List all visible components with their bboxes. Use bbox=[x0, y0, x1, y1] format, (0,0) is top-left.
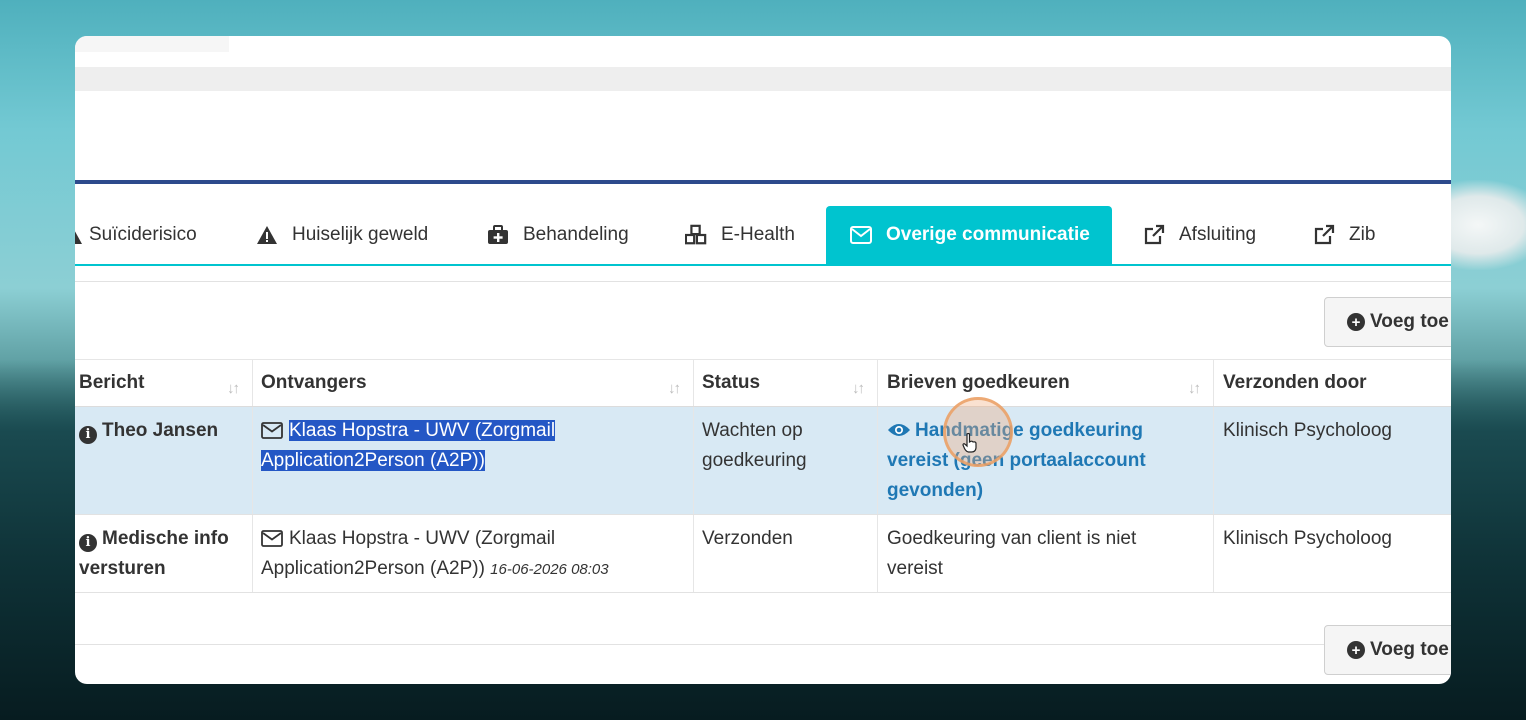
envelope-icon bbox=[261, 422, 283, 439]
sort-icon[interactable]: ↓↑ bbox=[227, 374, 240, 404]
tab-underline bbox=[75, 264, 1451, 266]
tab-label: Huiselijk geweld bbox=[292, 224, 429, 245]
topbar-placeholder bbox=[75, 36, 229, 52]
tab-bar: Suïciderisico Huiselijk geweld Behandeli… bbox=[75, 206, 1451, 266]
warning-icon bbox=[75, 224, 83, 246]
header-label: Bericht bbox=[79, 372, 145, 393]
status-line2: goedkeuring bbox=[702, 450, 807, 471]
tab-label: Overige communicatie bbox=[886, 224, 1090, 245]
cell-ontvangers: Klaas Hopstra - UWV (Zorgmail Applicatio… bbox=[253, 515, 694, 592]
tab-e-health[interactable]: E-Health bbox=[685, 206, 795, 264]
table-row[interactable]: i Theo Jansen Klaas Hopstra - UWV (Zorgma… bbox=[75, 407, 1451, 515]
tab-behandeling[interactable]: Behandeling bbox=[487, 206, 629, 264]
medkit-icon bbox=[487, 224, 509, 246]
app-window: Suïciderisico Huiselijk geweld Behandeli… bbox=[75, 36, 1451, 684]
cell-verzonden-door: Klinisch Psycholoog bbox=[1214, 515, 1451, 592]
header-label: Brieven goedkeuren bbox=[887, 372, 1070, 393]
header-label: Ontvangers bbox=[261, 372, 367, 393]
tab-label: Afsluiting bbox=[1179, 224, 1257, 245]
header-label: Verzonden door bbox=[1223, 372, 1367, 393]
tab-zib[interactable]: Zib bbox=[1313, 206, 1375, 264]
tab-huiselijk-geweld[interactable]: Huiselijk geweld bbox=[256, 206, 428, 264]
tab-overige-communicatie[interactable]: Overige communicatie bbox=[826, 206, 1112, 264]
add-button-label: Voeg toe bbox=[1370, 639, 1449, 660]
recipient-line2: Application2Person (A2P)) bbox=[261, 558, 485, 579]
bericht-line1: Medische info bbox=[102, 528, 229, 549]
add-button-bottom[interactable]: + Voeg toe bbox=[1324, 625, 1451, 675]
section-divider bbox=[75, 180, 1451, 184]
column-header-verzonden-door[interactable]: Verzonden door bbox=[1214, 360, 1451, 406]
divider bbox=[75, 281, 1451, 282]
approval-link[interactable]: Handmatige goedkeuring bbox=[887, 416, 1213, 446]
column-header-bericht[interactable]: Bericht ↓↑ bbox=[75, 360, 253, 406]
sender-text: Klinisch Psycholoog bbox=[1223, 528, 1392, 549]
cell-verzonden-door: Klinisch Psycholoog bbox=[1214, 407, 1451, 514]
table-row[interactable]: i Medische info versturen Klaas Hopstra -… bbox=[75, 515, 1451, 593]
tab-suiciderisico[interactable]: Suïciderisico bbox=[75, 206, 197, 264]
warning-icon bbox=[256, 224, 278, 246]
status-line1: Wachten op bbox=[702, 420, 803, 441]
bericht-line2: versturen bbox=[79, 558, 166, 579]
recipient-line1: Klaas Hopstra - UWV (Zorgmail bbox=[289, 420, 556, 441]
column-header-ontvangers[interactable]: Ontvangers ↓↑ bbox=[253, 360, 694, 406]
header-strip bbox=[75, 67, 1451, 91]
approval-link-line3[interactable]: gevonden) bbox=[887, 476, 1213, 506]
add-button-top[interactable]: + Voeg toe bbox=[1324, 297, 1451, 347]
cell-brieven-goedkeuren: Goedkeuring van client is niet vereist bbox=[878, 515, 1214, 592]
recipient-line2: Application2Person (A2P)) bbox=[261, 450, 485, 471]
tab-label: Behandeling bbox=[523, 224, 629, 245]
bericht-text: Theo Jansen bbox=[102, 420, 219, 441]
info-icon[interactable]: i bbox=[79, 426, 97, 444]
external-link-icon bbox=[1313, 224, 1335, 246]
sort-icon[interactable]: ↓↑ bbox=[852, 374, 865, 404]
cell-brieven-goedkeuren: Handmatige goedkeuring vereist (geen por… bbox=[878, 407, 1214, 514]
table-header: Bericht ↓↑ Ontvangers ↓↑ Status ↓↑ Briev… bbox=[75, 359, 1451, 407]
add-button-label: Voeg toe bbox=[1370, 311, 1449, 332]
eye-icon bbox=[888, 424, 910, 436]
hand-cursor-icon bbox=[962, 433, 977, 453]
cell-bericht: i Medische info versturen bbox=[75, 515, 253, 592]
tab-label: Suïciderisico bbox=[89, 224, 197, 245]
cell-ontvangers: Klaas Hopstra - UWV (Zorgmail Applicatio… bbox=[253, 407, 694, 514]
sort-icon[interactable]: ↓↑ bbox=[668, 374, 681, 404]
approval-text-line2: vereist bbox=[887, 558, 943, 579]
click-indicator bbox=[943, 397, 1013, 467]
messages-table: Bericht ↓↑ Ontvangers ↓↑ Status ↓↑ Briev… bbox=[75, 359, 1451, 593]
recipient-line1: Klaas Hopstra - UWV (Zorgmail bbox=[289, 528, 556, 549]
cell-status: Verzonden bbox=[694, 515, 878, 592]
header-label: Status bbox=[702, 372, 761, 393]
plus-circle-icon: + bbox=[1347, 313, 1365, 331]
cell-status: Wachten op goedkeuring bbox=[694, 407, 878, 514]
column-header-status[interactable]: Status ↓↑ bbox=[694, 360, 878, 406]
sender-text: Klinisch Psycholoog bbox=[1223, 420, 1392, 441]
tab-label: E-Health bbox=[721, 224, 795, 245]
tab-afsluiting[interactable]: Afsluiting bbox=[1143, 206, 1256, 264]
sent-date: 16-06-2026 08:03 bbox=[490, 561, 609, 578]
status-text: Verzonden bbox=[702, 528, 793, 549]
info-icon[interactable]: i bbox=[79, 534, 97, 552]
plus-circle-icon: + bbox=[1347, 641, 1365, 659]
divider bbox=[75, 644, 1451, 645]
cubes-icon bbox=[685, 224, 707, 246]
sort-icon[interactable]: ↓↑ bbox=[1188, 374, 1201, 404]
envelope-icon bbox=[850, 224, 872, 246]
column-header-brieven-goedkeuren[interactable]: Brieven goedkeuren ↓↑ bbox=[878, 360, 1214, 406]
approval-text-line1: Goedkeuring van client is niet bbox=[887, 528, 1137, 549]
cell-bericht: i Theo Jansen bbox=[75, 407, 253, 514]
external-link-icon bbox=[1143, 224, 1165, 246]
approval-link-line2[interactable]: vereist (geen portaalaccount bbox=[887, 446, 1213, 476]
envelope-icon bbox=[261, 530, 283, 547]
tab-label: Zib bbox=[1349, 224, 1376, 245]
